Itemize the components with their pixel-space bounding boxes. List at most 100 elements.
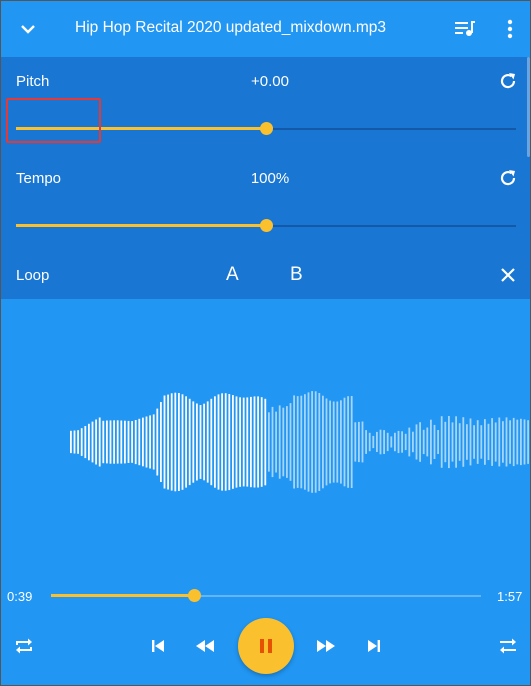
tempo-slider[interactable] <box>16 218 516 234</box>
waveform-bar <box>181 394 184 490</box>
waveform-bar <box>365 430 367 454</box>
waveform-bar <box>264 398 267 486</box>
waveform-bar <box>260 397 263 487</box>
waveform-bar <box>170 393 173 491</box>
seek-bar-thumb[interactable] <box>188 589 202 602</box>
refresh-icon <box>500 170 516 186</box>
waveform-bar <box>88 423 90 461</box>
waveform-bar <box>246 397 249 487</box>
repeat-icon <box>16 638 32 654</box>
loop-close-button[interactable] <box>497 264 519 286</box>
waveform-bar <box>509 420 511 464</box>
waveform-bar <box>368 432 371 452</box>
waveform-bar <box>487 423 490 461</box>
waveform-bar <box>444 421 447 463</box>
waveform-bar <box>311 391 313 493</box>
waveform-bar <box>361 421 364 463</box>
rewind-button[interactable] <box>194 636 216 656</box>
more-vertical-icon[interactable] <box>498 15 522 43</box>
loop-b-button[interactable]: B <box>290 264 303 286</box>
waveform-bar <box>142 417 144 467</box>
waveform-bar <box>131 421 133 463</box>
waveform-bar <box>156 408 159 476</box>
waveform-bar <box>296 396 299 488</box>
waveform-bar <box>106 420 108 464</box>
tempo-slider-thumb[interactable] <box>260 219 273 232</box>
pause-icon <box>260 639 272 653</box>
waveform-bar <box>350 396 353 488</box>
waveform-bar <box>239 397 241 487</box>
waveform-bar <box>440 416 443 468</box>
waveform-bar <box>354 422 357 462</box>
tempo-label: Tempo <box>16 170 62 187</box>
previous-button[interactable] <box>148 636 168 656</box>
waveform-bar <box>404 433 407 451</box>
waveform-bar <box>271 406 274 478</box>
waveform-bar <box>192 401 195 483</box>
waveform-bar <box>293 395 295 489</box>
waveform-bar <box>282 407 285 477</box>
waveform-bar <box>113 420 115 464</box>
waveform-bar <box>210 398 213 486</box>
pitch-reset-button[interactable] <box>496 69 520 93</box>
waveform[interactable] <box>0 300 531 580</box>
waveform-bar <box>484 419 486 465</box>
waveform-bar <box>422 429 425 455</box>
waveform-bar <box>217 394 220 490</box>
waveform-bar <box>268 412 270 472</box>
waveform-bar <box>340 400 342 484</box>
panel-scrollbar[interactable] <box>527 57 530 157</box>
waveform-bar <box>469 418 472 466</box>
waveform-bar <box>80 428 83 456</box>
next-button[interactable] <box>364 636 384 656</box>
waveform-bar <box>494 422 497 462</box>
waveform-bar <box>401 431 403 453</box>
waveform-bar <box>188 398 191 486</box>
waveform-bar <box>433 424 436 459</box>
waveform-bar <box>199 405 202 479</box>
waveform-bar <box>286 406 288 478</box>
repeat-button[interactable] <box>12 634 36 658</box>
skip-previous-icon <box>152 640 164 652</box>
waveform-bar <box>520 418 522 466</box>
loop-a-button[interactable]: A <box>226 264 239 286</box>
waveform-bar <box>412 431 414 453</box>
waveform-bar <box>394 432 396 452</box>
waveform-bar <box>304 394 306 490</box>
waveform-bar <box>512 417 515 467</box>
waveform-bar <box>145 416 148 468</box>
waveform-bar <box>376 431 378 452</box>
waveform-bar <box>185 396 187 488</box>
fast-forward-button[interactable] <box>315 636 337 656</box>
waveform-bar <box>278 405 281 479</box>
fast-forward-icon <box>317 640 335 652</box>
waveform-bar <box>98 417 101 467</box>
waveform-bar <box>437 430 439 454</box>
waveform-bar <box>343 397 346 487</box>
waveform-bar <box>358 421 360 463</box>
waveform-bar <box>505 417 508 467</box>
pitch-slider-thumb[interactable] <box>260 122 273 135</box>
chevron-down-icon[interactable] <box>14 15 42 43</box>
waveform-bar <box>498 417 501 467</box>
loop-label: Loop <box>16 267 50 284</box>
waveform-bar <box>451 422 454 462</box>
waveform-bar <box>322 395 324 489</box>
waveform-bar <box>221 393 223 491</box>
seek-bar[interactable] <box>51 588 481 604</box>
waveform-bar <box>224 393 227 491</box>
play-pause-button[interactable] <box>238 618 294 674</box>
waveform-bar <box>163 395 166 489</box>
waveform-bar <box>329 400 331 484</box>
tempo-reset-button[interactable] <box>496 166 520 190</box>
waveform-bar <box>397 430 400 454</box>
queue-music-icon[interactable] <box>451 15 479 43</box>
waveform-bar <box>116 420 119 464</box>
ab-repeat-icon <box>500 638 516 654</box>
waveform-bar <box>73 430 76 454</box>
waveform-bar <box>84 426 87 459</box>
waveform-bar <box>203 403 205 481</box>
waveform-bar <box>289 403 292 481</box>
waveform-bar <box>347 396 349 488</box>
ab-repeat-button[interactable] <box>496 634 520 658</box>
